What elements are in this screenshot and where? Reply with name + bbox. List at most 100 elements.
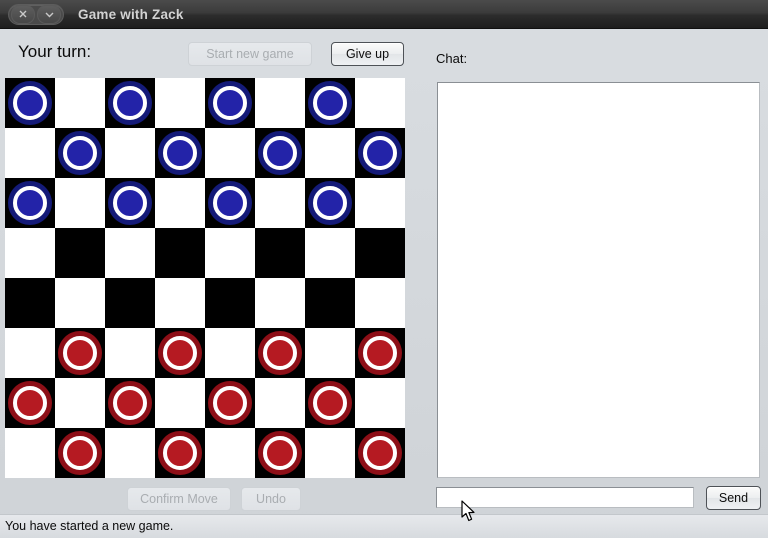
board-square[interactable] <box>305 428 355 478</box>
board-square[interactable] <box>55 178 105 228</box>
blue-checker-piece[interactable] <box>108 181 152 225</box>
blue-checker-piece[interactable] <box>308 181 352 225</box>
chevron-down-icon[interactable] <box>37 5 61 24</box>
board-square[interactable] <box>205 328 255 378</box>
board-square[interactable] <box>155 228 205 278</box>
board-square[interactable] <box>305 128 355 178</box>
board-square[interactable] <box>155 378 205 428</box>
board-square[interactable] <box>305 378 355 428</box>
board-square[interactable] <box>5 128 55 178</box>
red-checker-piece[interactable] <box>158 331 202 375</box>
board-square[interactable] <box>355 428 405 478</box>
board-square[interactable] <box>305 178 355 228</box>
board-square[interactable] <box>255 428 305 478</box>
undo-button[interactable]: Undo <box>241 487 301 511</box>
board-square[interactable] <box>305 328 355 378</box>
board-square[interactable] <box>355 378 405 428</box>
board-square[interactable] <box>55 428 105 478</box>
board-square[interactable] <box>255 178 305 228</box>
board-square[interactable] <box>305 228 355 278</box>
board-square[interactable] <box>255 378 305 428</box>
board-square[interactable] <box>105 328 155 378</box>
blue-checker-piece[interactable] <box>8 81 52 125</box>
board-square[interactable] <box>5 378 55 428</box>
board-square[interactable] <box>105 128 155 178</box>
board-square[interactable] <box>355 328 405 378</box>
board-square[interactable] <box>255 228 305 278</box>
board-square[interactable] <box>5 178 55 228</box>
board-square[interactable] <box>105 178 155 228</box>
chat-input[interactable] <box>436 487 694 508</box>
board-square[interactable] <box>55 278 105 328</box>
close-icon[interactable] <box>11 5 35 24</box>
red-checker-piece[interactable] <box>8 381 52 425</box>
piece-ring <box>113 186 147 220</box>
checkers-board[interactable] <box>5 78 405 478</box>
board-square[interactable] <box>255 278 305 328</box>
board-square[interactable] <box>155 328 205 378</box>
board-square[interactable] <box>255 78 305 128</box>
board-square[interactable] <box>305 278 355 328</box>
blue-checker-piece[interactable] <box>308 81 352 125</box>
board-square[interactable] <box>5 328 55 378</box>
board-square[interactable] <box>355 128 405 178</box>
red-checker-piece[interactable] <box>308 381 352 425</box>
red-checker-piece[interactable] <box>158 431 202 475</box>
board-square[interactable] <box>355 78 405 128</box>
board-square[interactable] <box>255 128 305 178</box>
blue-checker-piece[interactable] <box>208 181 252 225</box>
confirm-move-button[interactable]: Confirm Move <box>127 487 231 511</box>
board-square[interactable] <box>155 278 205 328</box>
board-square[interactable] <box>305 78 355 128</box>
give-up-button[interactable]: Give up <box>331 42 404 66</box>
board-square[interactable] <box>5 428 55 478</box>
send-button[interactable]: Send <box>706 486 761 510</box>
board-square[interactable] <box>105 228 155 278</box>
red-checker-piece[interactable] <box>358 431 402 475</box>
board-square[interactable] <box>105 78 155 128</box>
board-square[interactable] <box>105 278 155 328</box>
red-checker-piece[interactable] <box>258 331 302 375</box>
board-square[interactable] <box>55 78 105 128</box>
board-square[interactable] <box>155 78 205 128</box>
red-checker-piece[interactable] <box>108 381 152 425</box>
red-checker-piece[interactable] <box>58 431 102 475</box>
red-checker-piece[interactable] <box>358 331 402 375</box>
board-square[interactable] <box>55 328 105 378</box>
board-square[interactable] <box>205 178 255 228</box>
board-square[interactable] <box>5 278 55 328</box>
piece-ring <box>63 336 97 370</box>
board-square[interactable] <box>55 128 105 178</box>
board-square[interactable] <box>355 178 405 228</box>
board-square[interactable] <box>355 228 405 278</box>
board-square[interactable] <box>5 78 55 128</box>
start-new-game-button[interactable]: Start new game <box>188 42 312 66</box>
board-square[interactable] <box>155 128 205 178</box>
board-square[interactable] <box>155 178 205 228</box>
board-square[interactable] <box>105 378 155 428</box>
red-checker-piece[interactable] <box>58 331 102 375</box>
blue-checker-piece[interactable] <box>258 131 302 175</box>
board-square[interactable] <box>205 378 255 428</box>
blue-checker-piece[interactable] <box>158 131 202 175</box>
board-square[interactable] <box>205 228 255 278</box>
board-square[interactable] <box>55 228 105 278</box>
board-square[interactable] <box>355 278 405 328</box>
board-square[interactable] <box>5 228 55 278</box>
blue-checker-piece[interactable] <box>108 81 152 125</box>
board-square[interactable] <box>205 128 255 178</box>
board-square[interactable] <box>105 428 155 478</box>
blue-checker-piece[interactable] <box>58 131 102 175</box>
blue-checker-piece[interactable] <box>8 181 52 225</box>
board-square[interactable] <box>205 428 255 478</box>
piece-ring <box>363 436 397 470</box>
board-square[interactable] <box>205 278 255 328</box>
board-square[interactable] <box>205 78 255 128</box>
red-checker-piece[interactable] <box>258 431 302 475</box>
board-square[interactable] <box>55 378 105 428</box>
board-square[interactable] <box>155 428 205 478</box>
blue-checker-piece[interactable] <box>208 81 252 125</box>
blue-checker-piece[interactable] <box>358 131 402 175</box>
board-square[interactable] <box>255 328 305 378</box>
red-checker-piece[interactable] <box>208 381 252 425</box>
